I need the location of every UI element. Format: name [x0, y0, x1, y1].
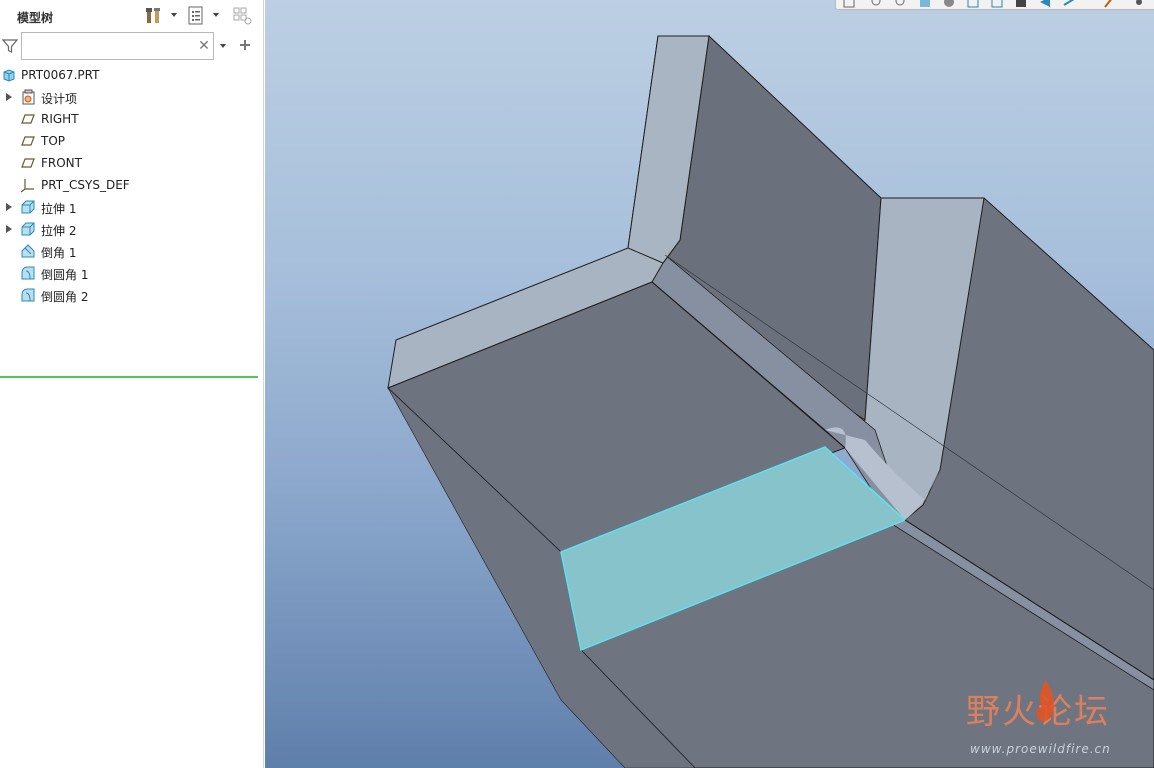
- spin-center-icon[interactable]: [1102, 0, 1116, 9]
- tree-item-csys[interactable]: PRT_CSYS_DEF: [0, 174, 258, 196]
- model-tree-header: 模型树: [0, 0, 262, 32]
- tree-item-front[interactable]: FRONT: [0, 152, 258, 174]
- zoom-in-icon[interactable]: [870, 0, 884, 9]
- flame-logo-icon: [1036, 680, 1054, 722]
- chevron-down-icon[interactable]: [169, 10, 179, 20]
- tree-item-part[interactable]: PRT0067.PRT: [0, 64, 258, 86]
- search-input[interactable]: [21, 32, 214, 60]
- part-model-3d[interactable]: [265, 0, 1154, 768]
- display-style-icon[interactable]: [942, 0, 956, 9]
- round-icon: [21, 288, 35, 302]
- datum-plane-icon: [21, 114, 35, 124]
- show-list-icon[interactable]: [186, 6, 206, 26]
- tree-item-label: 拉伸 2: [41, 224, 77, 238]
- panel-title: 模型树: [17, 11, 54, 25]
- expand-arrow-icon[interactable]: [5, 92, 13, 102]
- chevron-down-icon[interactable]: [218, 41, 228, 51]
- tree-item-chamfer-1[interactable]: 倒角 1: [0, 240, 258, 262]
- round-icon: [21, 266, 35, 280]
- datum-display-icon[interactable]: [1038, 0, 1052, 9]
- tree-filter-settings-icon[interactable]: [232, 6, 254, 26]
- zoom-out-icon[interactable]: [894, 0, 908, 9]
- datum-plane-icon: [21, 158, 35, 168]
- tree-item-label: PRT_CSYS_DEF: [41, 178, 130, 192]
- view-manager-icon[interactable]: [990, 0, 1004, 9]
- tree-item-label: 倒圆角 1: [41, 268, 89, 282]
- tree-item-right[interactable]: RIGHT: [0, 108, 258, 130]
- expand-arrow-icon[interactable]: [5, 224, 13, 234]
- repaint-icon[interactable]: [918, 0, 932, 9]
- tree-item-label: TOP: [41, 134, 66, 148]
- tree-item-extrude-2[interactable]: 拉伸 2: [0, 218, 258, 240]
- saved-views-icon[interactable]: [966, 0, 980, 9]
- extrude-icon: [21, 222, 35, 236]
- add-icon[interactable]: [238, 38, 252, 52]
- view-toolbar: [835, 0, 1154, 10]
- close-icon[interactable]: ✕: [197, 37, 211, 55]
- tree-item-label: 倒圆角 2: [41, 290, 89, 304]
- settings-tools-icon[interactable]: [144, 6, 164, 26]
- model-tree-panel: 模型树 ✕ PRT0067.PRT 设计项 RIGHT TOP FRONT PR…: [0, 0, 264, 768]
- datum-plane-icon: [21, 136, 35, 146]
- tree-item-label: 设计项: [41, 92, 78, 106]
- tree-item-round-2[interactable]: 倒圆角 2: [0, 284, 258, 306]
- tree-item-label: PRT0067.PRT: [21, 68, 100, 82]
- graphics-viewport[interactable]: 野火论坛 www.proewildfire.cn: [265, 0, 1154, 768]
- annotation-display-icon[interactable]: [1062, 0, 1076, 9]
- tree-item-label: 拉伸 1: [41, 202, 77, 216]
- tree-item-top[interactable]: TOP: [0, 130, 258, 152]
- chamfer-icon: [21, 244, 35, 258]
- perspective-icon[interactable]: [1014, 0, 1028, 9]
- expand-arrow-icon[interactable]: [5, 202, 13, 212]
- part-icon: [3, 69, 15, 82]
- tree-item-round-1[interactable]: 倒圆角 1: [0, 262, 258, 284]
- tree-item-label: FRONT: [41, 156, 82, 170]
- tree-item-extrude-1[interactable]: 拉伸 1: [0, 196, 258, 218]
- forum-watermark: 野火论坛 www.proewildfire.cn: [966, 680, 1136, 760]
- watermark-url: www.proewildfire.cn: [970, 742, 1111, 756]
- chevron-down-icon[interactable]: [211, 10, 221, 20]
- insert-here-marker[interactable]: [0, 376, 258, 378]
- filter-icon[interactable]: [2, 38, 18, 54]
- filter-row: ✕: [0, 32, 262, 60]
- csys-icon: [20, 179, 34, 193]
- settings-icon[interactable]: [1132, 0, 1146, 9]
- extrude-icon: [21, 200, 35, 214]
- tree-item-design-items[interactable]: 设计项: [0, 86, 258, 108]
- tree-item-label: RIGHT: [41, 112, 79, 126]
- zoom-fit-icon[interactable]: [842, 0, 856, 9]
- tree-item-label: 倒角 1: [41, 246, 77, 260]
- design-items-icon: [22, 89, 35, 105]
